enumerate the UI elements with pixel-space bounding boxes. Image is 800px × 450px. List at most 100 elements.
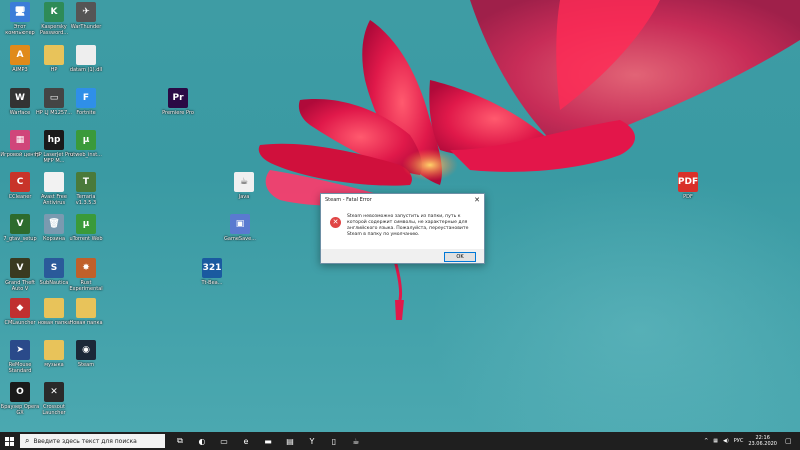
yandex-browser-icon[interactable]: Y [305, 434, 319, 448]
desktop-shortcut[interactable]: ☕ Java [227, 172, 261, 200]
java-icon: ☕ [234, 172, 254, 192]
dialog-message: Steam невозможно запустить из папки, пут… [347, 214, 469, 237]
crossout-icon: ✕ [44, 382, 64, 402]
desktop-shortcut[interactable]: 🖥 Этот компьютер [3, 2, 37, 36]
desktop-shortcut[interactable]: V Grand Theft Auto V [3, 258, 37, 292]
search-icon: ⌕ [25, 436, 30, 445]
network-icon[interactable]: ▦ [713, 438, 718, 444]
file-explorer-icon[interactable]: ▬ [261, 434, 275, 448]
language-indicator[interactable]: РУС [734, 438, 744, 444]
desktop-shortcut-label: Tt-Bea... [201, 280, 223, 286]
desktop-shortcut[interactable]: W Warface [3, 88, 37, 116]
desktop-shortcut[interactable]: ◆ CMLauncher [3, 298, 37, 326]
desktop-shortcut-label: WarThunder [70, 24, 102, 30]
desktop-shortcut-label: GameSave... [224, 236, 256, 242]
taskbar-java-icon[interactable]: ☕ [349, 434, 363, 448]
close-icon[interactable]: ✕ [474, 196, 480, 204]
desktop-shortcut-label: Новая папка [69, 320, 103, 326]
task-view-icon[interactable]: ⧉ [173, 434, 187, 448]
gamesave-icon: ▣ [230, 214, 250, 234]
desktop-shortcut[interactable]: PDF PDF [671, 172, 705, 200]
desktop-shortcut[interactable]: F Fortnite [69, 88, 103, 116]
ok-button[interactable]: OK [444, 252, 476, 262]
system-tray: ^ ▦ ◀) РУС 22:16 23.06.2020 ▢ [704, 432, 800, 450]
dialog-footer: OK [321, 249, 484, 263]
dll-file-icon [76, 45, 96, 65]
steam-icon: ◉ [76, 340, 96, 360]
desktop-shortcut-label: Java [238, 194, 250, 200]
warthunder-icon: ✈ [76, 2, 96, 22]
windows-logo-icon [4, 436, 14, 446]
music-folder-icon [44, 340, 64, 360]
desktop-shortcut-label: utweb_inst... [70, 152, 102, 158]
ccleaner-icon: C [10, 172, 30, 192]
search-placeholder: Введите здесь текст для поиска [33, 437, 137, 445]
desktop-shortcut[interactable]: 321 Tt-Bea... [195, 258, 229, 286]
desktop-shortcut-label: Rust Experimental [69, 280, 103, 292]
desktop-shortcut[interactable]: ✕ Crossout Launcher [37, 382, 71, 416]
premiere-icon: Pr [168, 88, 188, 108]
desktop-shortcut[interactable]: C CCleaner [3, 172, 37, 200]
desktop-shortcut-label: uTorrent Web [69, 236, 103, 242]
edge-icon[interactable]: e [239, 434, 253, 448]
desktop-shortcut[interactable]: T Terraria v1.3.5.3 [69, 172, 103, 206]
opera-gx-icon: O [10, 382, 30, 402]
desktop-shortcut[interactable]: O Браузер Opera GX [1, 382, 39, 416]
desktop-shortcut[interactable]: µ utweb_inst... [69, 130, 103, 158]
new-folder-icon [44, 298, 64, 318]
new-folder-2-icon [76, 298, 96, 318]
desktop-shortcut[interactable]: Pr Premiere Pro [161, 88, 195, 116]
desktop-shortcut[interactable]: hp HP LaserJet Pro MFP M... [35, 130, 73, 164]
terraria-icon: T [76, 172, 96, 192]
desktop-shortcut[interactable]: datam (1).dll [69, 45, 103, 73]
notifications-icon[interactable]: ▢ [785, 437, 795, 445]
fortnite-icon: F [76, 88, 96, 108]
desktop-shortcut-label: datam (1).dll [69, 67, 103, 73]
start-button[interactable] [0, 432, 18, 450]
remouse-icon: ➤ [10, 340, 30, 360]
desktop-shortcut[interactable]: V 7_gtav_setup [3, 214, 37, 242]
desktop-shortcut[interactable]: ▦ Игровой центр [0, 130, 40, 158]
clock[interactable]: 22:16 23.06.2020 [748, 435, 777, 447]
desktop-shortcut[interactable]: ➤ ReMouse Standard [3, 340, 37, 374]
desktop: 🖥 Этот компьютер K Kaspersky Password... ✈ Wa… [0, 0, 800, 432]
utorrent-icon: µ [76, 214, 96, 234]
taskbar-doc-icon[interactable]: ▯ [327, 434, 341, 448]
desktop-shortcut-label: Crossout Launcher [42, 404, 66, 416]
desktop-shortcut-label: PDF [683, 194, 693, 200]
dialog-body: ✕ Steam невозможно запустить из папки, п… [321, 205, 484, 243]
desktop-shortcut[interactable]: Новая папка [69, 298, 103, 326]
hp-laserjet-icon: hp [44, 130, 64, 150]
desktop-shortcut-label: Premiere Pro [162, 110, 194, 116]
desktop-shortcut[interactable]: ✈ WarThunder [69, 2, 103, 30]
desktop-shortcut[interactable]: ◉ Steam [69, 340, 103, 368]
store-icon[interactable]: ▤ [283, 434, 297, 448]
gta5-icon: V [10, 258, 30, 278]
desktop-shortcut[interactable]: µ uTorrent Web [69, 214, 103, 242]
subnautica-icon: S [44, 258, 64, 278]
desktop-shortcut[interactable]: ▣ GameSave... [223, 214, 257, 242]
cmlauncher-icon: ◆ [10, 298, 30, 318]
clock-date: 23.06.2020 [748, 441, 777, 447]
desktop-shortcut[interactable]: ✸ Rust Experimental [69, 258, 103, 292]
aimp-icon: A [10, 45, 30, 65]
hp-printer-icon: ▭ [44, 88, 64, 108]
recycle-bin-icon: 🗑 [44, 214, 64, 234]
warface-icon: W [10, 88, 30, 108]
desktop-shortcut[interactable]: A AIMP3 [3, 45, 37, 73]
pdf-icon: PDF [678, 172, 698, 192]
dialog-titlebar[interactable]: Steam - Fatal Error ✕ [321, 194, 484, 205]
taskbar-app-icon[interactable]: ▭ [217, 434, 231, 448]
dialog-title: Steam - Fatal Error [325, 196, 372, 203]
this-pc-icon: 🖥 [10, 2, 30, 22]
cortana-icon[interactable]: ◐ [195, 434, 209, 448]
desktop-shortcut-label: Terraria v1.3.5.3 [75, 194, 97, 206]
error-icon: ✕ [330, 217, 341, 228]
folder-hp-icon [44, 45, 64, 65]
desktop-shortcut[interactable]: K Kaspersky Password... [37, 2, 71, 36]
taskbar: ⌕ Введите здесь текст для поиска ⧉ ◐ ▭ e ▬ ▤ Y… [0, 432, 800, 450]
tray-chevron-icon[interactable]: ^ [704, 438, 708, 444]
volume-icon[interactable]: ◀) [723, 438, 729, 444]
taskbar-search-box[interactable]: ⌕ Введите здесь текст для поиска [20, 434, 165, 448]
steam-fatal-error-dialog: Steam - Fatal Error ✕ ✕ Steam невозможно… [320, 193, 485, 264]
